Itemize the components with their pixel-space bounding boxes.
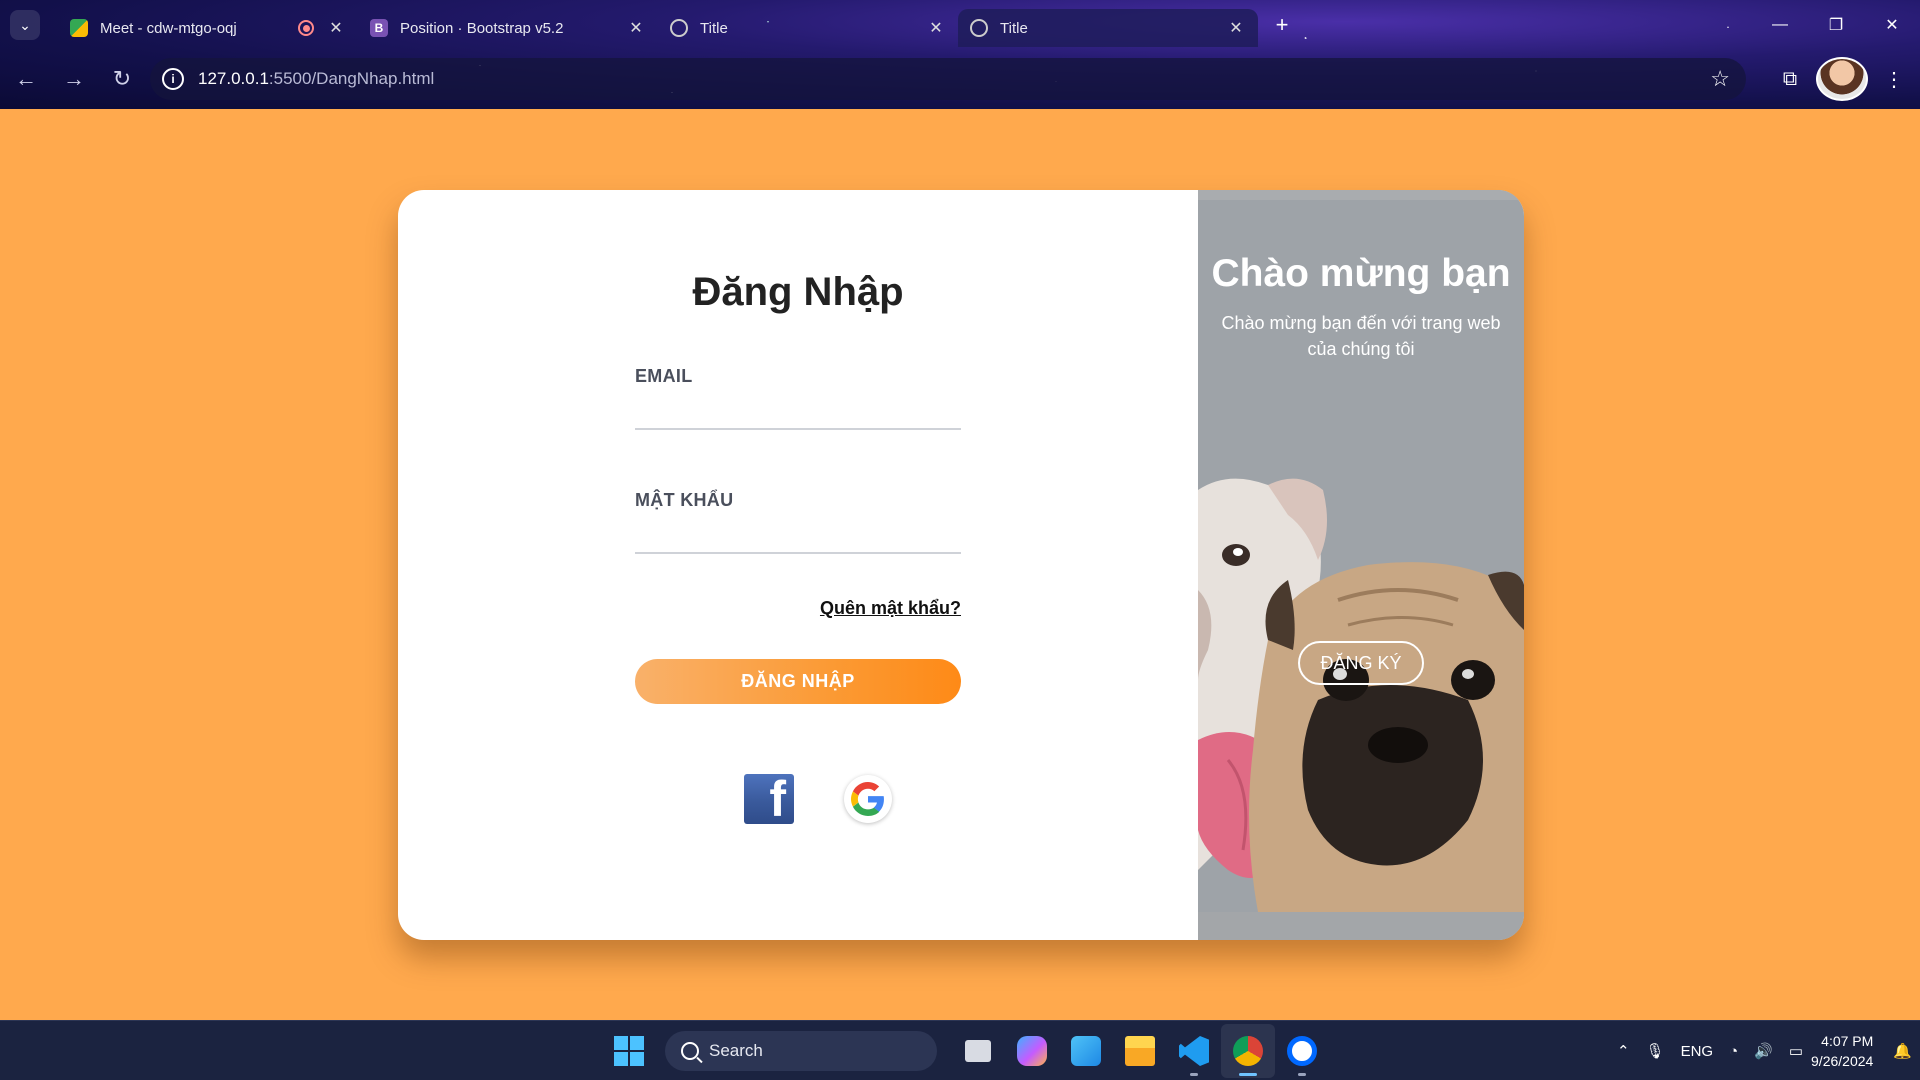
address-bar[interactable]: i 127.0.0.1:5500/DangNhap.html ☆ (150, 58, 1746, 100)
close-icon[interactable]: ✕ (326, 18, 346, 38)
panel-top-band (1198, 190, 1524, 200)
facebook-letter: f (769, 774, 786, 824)
microphone-icon[interactable]: 🎙 (1646, 1042, 1665, 1060)
close-icon[interactable]: ✕ (926, 18, 946, 38)
facebook-icon[interactable]: f (744, 774, 794, 824)
browser-chrome: ⌄ Meet - cdw-mtgo-oqj ✕ B Position · Boo… (0, 0, 1920, 109)
tab-title: Position · Bootstrap v5.2 (400, 19, 564, 37)
panel-bottom-band (1198, 912, 1524, 940)
system-tray: ⌃ 🎙 ENG ◔ 🔊 ▭ 4:07 PM 9/26/2024 🔔 (1609, 1021, 1920, 1080)
globe-icon (670, 19, 688, 37)
tab-title: Title (700, 19, 728, 37)
vscode-icon[interactable] (1167, 1024, 1221, 1078)
email-field[interactable] (635, 394, 961, 430)
tab-title-1[interactable]: Title ✕ (658, 9, 958, 47)
clock[interactable]: 4:07 PM 9/26/2024 (1811, 1031, 1873, 1071)
close-icon[interactable]: ✕ (1226, 18, 1246, 38)
tab-search-dropdown[interactable]: ⌄ (10, 10, 40, 40)
new-tab-button[interactable]: + (1266, 9, 1298, 41)
dogs-photo (1198, 478, 1524, 912)
url-host: 127.0.0.1 (198, 69, 269, 88)
google-icon[interactable] (844, 775, 892, 823)
task-view-icon[interactable] (951, 1024, 1005, 1078)
tab-title: Meet - cdw-mtgo-oqj (100, 19, 237, 37)
extensions-icon[interactable]: ⧉ (1764, 57, 1816, 101)
google-logo-svg (851, 782, 884, 816)
login-card: Đăng Nhập EMAIL MẬT KHẨU Quên mật khẩu? … (398, 190, 1524, 940)
copilot-icon[interactable] (1005, 1024, 1059, 1078)
forward-icon[interactable]: → (52, 57, 96, 101)
forgot-password-link[interactable]: Quên mật khẩu? (635, 598, 961, 619)
taskbar-search[interactable]: Search (665, 1031, 937, 1071)
tab-bootstrap[interactable]: B Position · Bootstrap v5.2 ✕ (358, 9, 658, 47)
site-info-icon[interactable]: i (162, 68, 184, 90)
recording-icon (298, 20, 314, 36)
search-icon (681, 1042, 699, 1060)
weather-app-icon[interactable] (1059, 1024, 1113, 1078)
back-icon[interactable]: ← (4, 57, 48, 101)
password-field[interactable] (635, 518, 961, 554)
clock-time: 4:07 PM (1821, 1033, 1874, 1049)
close-icon[interactable]: ✕ (626, 18, 646, 38)
chevron-down-icon: ⌄ (19, 16, 31, 33)
search-placeholder: Search (709, 1041, 763, 1060)
volume-icon[interactable]: 🔊 (1754, 1042, 1773, 1060)
windows-start-icon[interactable] (605, 1027, 653, 1075)
bootstrap-icon: B (370, 19, 388, 37)
chrome-icon[interactable] (1221, 1024, 1275, 1078)
toolbar-actions: ⧉ ⋮ (1764, 57, 1920, 101)
tab-title: Title (1000, 19, 1028, 37)
globe-icon (970, 19, 988, 37)
url-path: :5500/DangNhap.html (268, 69, 435, 88)
welcome-subtitle: Chào mừng bạn đến với trang web của chún… (1221, 313, 1501, 359)
signup-button[interactable]: ĐĂNG KÝ (1298, 641, 1424, 685)
clock-date: 9/26/2024 (1811, 1053, 1874, 1069)
tab-strip: ⌄ Meet - cdw-mtgo-oqj ✕ B Position · Boo… (0, 0, 1920, 50)
bookmark-star-icon[interactable]: ☆ (1710, 66, 1730, 92)
login-title: Đăng Nhập (692, 270, 904, 314)
reload-icon[interactable]: ↻ (100, 57, 144, 101)
battery-icon[interactable]: ▭ (1789, 1042, 1803, 1060)
zalo-icon[interactable] (1275, 1024, 1329, 1078)
email-label: EMAIL (635, 366, 693, 386)
restore-icon[interactable]: ❐ (1808, 0, 1864, 50)
tab-meet[interactable]: Meet - cdw-mtgo-oqj ✕ (58, 9, 358, 47)
close-window-icon[interactable]: ✕ (1864, 0, 1920, 50)
notification-bell-icon[interactable]: 🔔 (1893, 1042, 1912, 1060)
chevron-up-icon[interactable]: ⌃ (1617, 1042, 1630, 1060)
meet-icon (70, 19, 88, 37)
password-label: MẬT KHẨU (635, 490, 734, 510)
taskbar-apps: Search (605, 1021, 1329, 1080)
tab-title-active[interactable]: Title ✕ (958, 9, 1258, 47)
login-button[interactable]: ĐĂNG NHẬP (635, 659, 961, 704)
minimize-icon[interactable]: — (1752, 0, 1808, 50)
language-indicator[interactable]: ENG (1681, 1043, 1714, 1060)
avatar (1816, 57, 1868, 101)
menu-kebab-icon[interactable]: ⋮ (1868, 57, 1920, 101)
window-controls: — ❐ ✕ (1752, 0, 1920, 50)
windows-taskbar: Search ⌃ 🎙 ENG ◔ 🔊 ▭ 4:07 PM 9/26/2024 🔔 (0, 1020, 1920, 1080)
login-panel: Đăng Nhập EMAIL MẬT KHẨU Quên mật khẩu? … (398, 190, 1198, 940)
file-explorer-icon[interactable] (1113, 1024, 1167, 1078)
profile-avatar[interactable] (1816, 57, 1868, 101)
welcome-panel: Chào mừng bạn Chào mừng bạn đến với tran… (1198, 190, 1524, 940)
welcome-title: Chào mừng bạn (1211, 252, 1511, 295)
wifi-icon[interactable]: ◔ (1729, 1043, 1738, 1060)
browser-toolbar: ← → ↻ i 127.0.0.1:5500/DangNhap.html ☆ ⧉… (0, 52, 1920, 106)
